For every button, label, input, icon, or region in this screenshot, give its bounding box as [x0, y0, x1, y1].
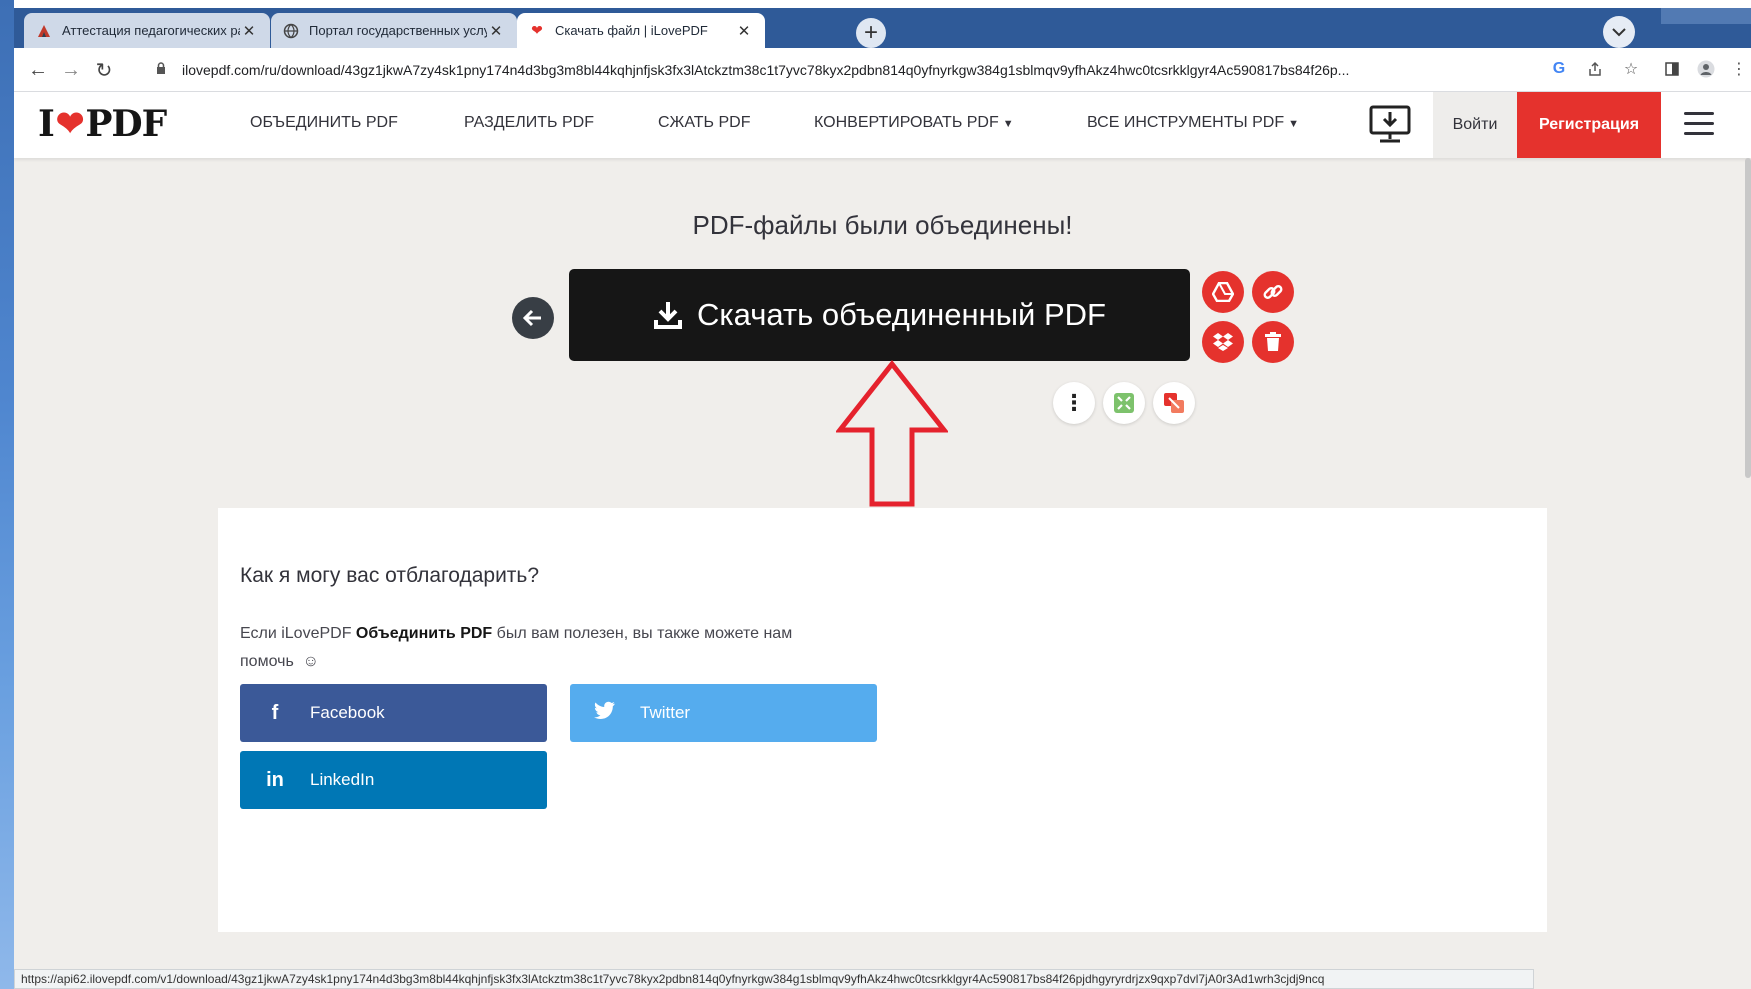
facebook-share-button[interactable]: f Facebook: [240, 684, 547, 742]
tab-ilovepdf[interactable]: ❤ Скачать файл | iLovePDF ✕: [517, 13, 765, 48]
hamburger-menu-icon[interactable]: [1684, 112, 1714, 136]
copy-link-button[interactable]: [1252, 271, 1294, 313]
tab-title: Портал государственных услуг: [309, 23, 487, 38]
facebook-label: Facebook: [310, 703, 385, 722]
thank-you-heading: Как я могу вас отблагодарить?: [240, 564, 540, 587]
twitter-share-button[interactable]: Twitter: [570, 684, 877, 742]
nav-convert-pdf-label: КОНВЕРТИРОВАТЬ PDF: [814, 114, 999, 131]
dropbox-icon: [1213, 333, 1233, 351]
nav-merge-pdf[interactable]: ОБЪЕДИНИТЬ PDF: [250, 114, 398, 132]
browser-menu-icon[interactable]: ⋮: [1728, 58, 1750, 80]
google-translate-icon[interactable]: G: [1548, 58, 1570, 80]
address-bar[interactable]: ilovepdf.com/ru/download/43gz1jkwA7zy4sk…: [144, 54, 1554, 86]
bookmark-star-icon[interactable]: ☆: [1620, 58, 1642, 80]
tab-gosuslugi[interactable]: Портал государственных услуг ✕: [271, 13, 517, 48]
close-icon[interactable]: ✕: [487, 22, 505, 40]
tab-attestation[interactable]: Аттестация педагогических раб ✕: [24, 13, 270, 48]
nav-split-pdf[interactable]: РАЗДЕЛИТЬ PDF: [464, 114, 594, 132]
heart-favicon-icon: ❤: [531, 22, 543, 38]
address-bar-row: ← → ↻ ilovepdf.com/ru/download/43gz1jkwA…: [14, 48, 1751, 92]
lock-icon: [156, 62, 170, 78]
dropbox-button[interactable]: [1202, 321, 1244, 363]
tab-search-button[interactable]: [1603, 16, 1635, 48]
thank-you-tool-name: Объединить PDF: [355, 625, 493, 642]
forward-arrow-icon[interactable]: →: [59, 58, 83, 82]
status-bar-url: https://api62.ilovepdf.com/v1/download/4…: [14, 969, 1534, 989]
window-controls[interactable]: [1661, 8, 1751, 24]
logo-text-right: PDF: [85, 103, 167, 145]
logo-text-left: I: [38, 103, 55, 145]
share-icon[interactable]: [1584, 58, 1606, 80]
linkedin-label: LinkedIn: [310, 770, 375, 789]
twitter-bird-icon: [570, 701, 640, 725]
caret-down-icon: ▼: [1288, 118, 1299, 130]
linkedin-icon: in: [266, 768, 284, 791]
back-arrow-button[interactable]: [512, 297, 554, 339]
new-tab-button[interactable]: +: [856, 18, 886, 48]
side-panel-icon[interactable]: [1661, 58, 1683, 80]
close-icon[interactable]: ✕: [240, 22, 258, 40]
heart-icon: ❤: [55, 104, 84, 144]
download-icon: [654, 302, 682, 329]
split-icon: [1164, 393, 1184, 413]
facebook-icon: f: [271, 701, 279, 724]
nav-all-tools-label: ВСЕ ИНСТРУМЕНТЫ PDF: [1087, 114, 1285, 131]
tab-title: Скачать файл | iLovePDF: [555, 23, 708, 38]
tab-bar: Аттестация педагогических раб ✕ Портал г…: [14, 8, 1751, 48]
tab-title: Аттестация педагогических раб: [62, 23, 240, 38]
ilovepdf-logo[interactable]: I ❤ PDF: [38, 103, 167, 145]
close-icon[interactable]: ✕: [735, 22, 753, 40]
twitter-label: Twitter: [640, 703, 691, 722]
site-header: I ❤ PDF ОБЪЕДИНИТЬ PDF РАЗДЕЛИТЬ PDF СЖА…: [14, 92, 1751, 158]
thank-you-text-start: Если iLovePDF: [240, 625, 356, 642]
download-merged-pdf-button[interactable]: Скачать объединенный PDF: [569, 269, 1190, 361]
trash-icon: [1265, 332, 1281, 351]
nav-all-tools-dropdown[interactable]: ВСЕ ИНСТРУМЕНТЫ PDF ▼: [1087, 114, 1299, 132]
thank-you-text: Если iLovePDF Объединить PDF был вам пол…: [240, 620, 840, 676]
attestation-favicon-icon: [36, 23, 52, 39]
nav-compress-pdf[interactable]: СЖАТЬ PDF: [658, 114, 750, 132]
vertical-dots-icon: ⋮: [1063, 390, 1085, 415]
thank-you-card: Как я могу вас отблагодарить? Если iLove…: [218, 508, 1547, 932]
page-title: PDF-файлы были объединены!: [692, 210, 1073, 240]
globe-icon: [283, 23, 299, 39]
login-button[interactable]: Войти: [1433, 92, 1517, 158]
desktop-background-strip: [0, 0, 14, 989]
delete-button[interactable]: [1252, 321, 1294, 363]
smiley-icon: ☺: [302, 653, 320, 670]
desktop-app-download-icon[interactable]: [1368, 104, 1412, 144]
linkedin-share-button[interactable]: in LinkedIn: [240, 751, 547, 809]
compress-tool-button[interactable]: [1103, 382, 1145, 424]
signup-button[interactable]: Регистрация: [1517, 92, 1661, 158]
url-text: ilovepdf.com/ru/download/43gz1jkwA7zy4sk…: [182, 62, 1350, 78]
compress-icon: [1114, 393, 1134, 413]
link-icon: [1263, 285, 1283, 299]
red-up-arrow-annotation: [836, 360, 948, 507]
nav-convert-pdf-dropdown[interactable]: КОНВЕРТИРОВАТЬ PDF ▼: [814, 114, 1014, 132]
download-label: Скачать объединенный PDF: [697, 297, 1106, 332]
caret-down-icon: ▼: [1002, 118, 1014, 130]
browser-window: Аттестация педагогических раб ✕ Портал г…: [14, 8, 1751, 989]
profile-icon[interactable]: [1695, 58, 1717, 80]
google-drive-icon: [1212, 282, 1234, 302]
google-drive-button[interactable]: [1202, 271, 1244, 313]
back-arrow-icon[interactable]: ←: [26, 58, 50, 82]
reload-icon[interactable]: ↻: [92, 58, 116, 82]
more-options-button[interactable]: ⋮: [1053, 382, 1095, 424]
split-tool-button[interactable]: [1153, 382, 1195, 424]
page-scrollbar[interactable]: [1745, 158, 1751, 478]
